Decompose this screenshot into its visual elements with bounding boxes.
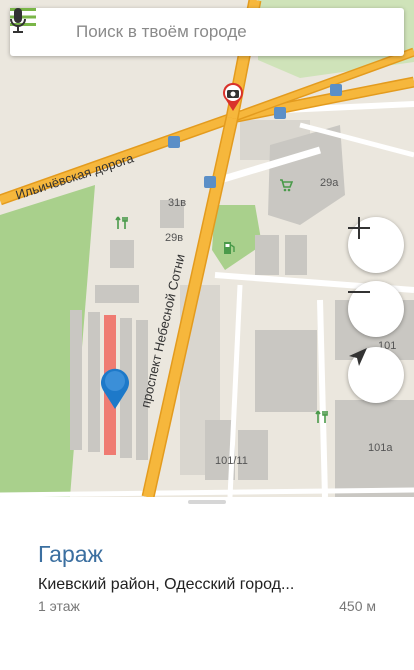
camera-icon[interactable] <box>221 82 245 112</box>
service-tools-icon[interactable] <box>315 410 329 424</box>
location-pin-icon[interactable] <box>99 366 131 410</box>
place-address: Киевский район, Одесский город... <box>38 576 295 593</box>
voice-search-button[interactable] <box>10 8 404 56</box>
shopping-cart-icon[interactable] <box>279 178 293 192</box>
building-label: 29в <box>165 232 184 244</box>
navigation-arrow-icon <box>349 348 367 366</box>
building-label: 31в <box>168 197 187 209</box>
place-info-sheet[interactable]: Гараж Киевский район, Одесский город... … <box>0 497 414 670</box>
place-floor: 1 этаж <box>38 598 80 614</box>
sheet-drag-handle[interactable] <box>188 500 226 504</box>
bus-stop-icon[interactable] <box>330 84 342 96</box>
microphone-icon <box>10 8 26 33</box>
building-label: 29а <box>320 177 339 189</box>
plus-icon <box>348 217 370 239</box>
search-input[interactable] <box>72 8 350 56</box>
zoom-out-button[interactable] <box>348 281 404 337</box>
bus-stop-icon[interactable] <box>274 107 286 119</box>
minus-icon <box>348 291 370 293</box>
search-bar <box>10 8 404 56</box>
map-view[interactable]: Ильичёвская дорога проспект Небесной Сот… <box>0 0 414 497</box>
place-title: Гараж <box>38 541 103 567</box>
my-location-button[interactable] <box>348 347 404 403</box>
bus-stop-icon[interactable] <box>168 136 180 148</box>
service-tools-icon[interactable] <box>115 216 129 230</box>
fuel-icon[interactable] <box>222 240 236 256</box>
place-distance: 450 м <box>339 598 376 614</box>
building-label: 101/11 <box>215 455 248 467</box>
building-label: 101а <box>368 442 393 454</box>
zoom-in-button[interactable] <box>348 217 404 273</box>
bus-stop-icon[interactable] <box>204 176 216 188</box>
